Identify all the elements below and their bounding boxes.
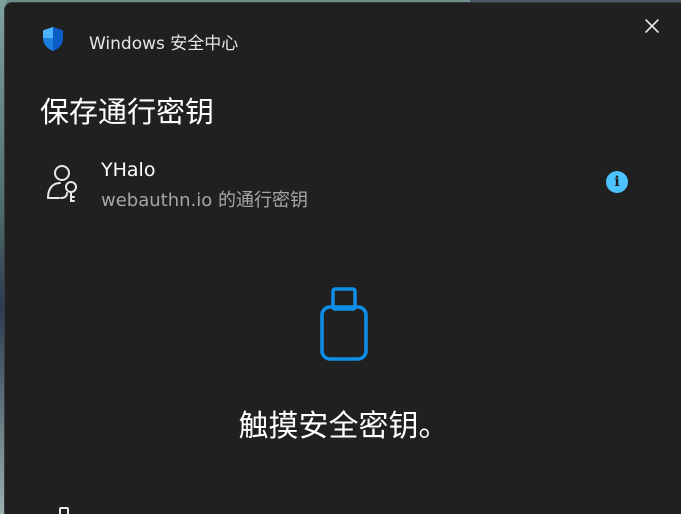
info-icon: i	[614, 174, 620, 190]
usb-security-key-icon	[318, 287, 370, 363]
passkey-row: YHalo webauthn.io 的通行密钥 i	[5, 153, 681, 217]
security-dialog: Windows 安全中心 保存通行密钥 YHalo webauthn.io 的通…	[4, 2, 681, 514]
close-icon	[644, 18, 660, 38]
app-title: Windows 安全中心	[89, 34, 239, 54]
passkey-site-label: webauthn.io 的通行密钥	[101, 190, 308, 211]
partial-icon	[57, 505, 73, 514]
title-bar: Windows 安全中心	[5, 3, 681, 75]
info-button[interactable]: i	[606, 171, 628, 193]
shield-icon	[40, 26, 66, 52]
touch-instruction: 触摸安全密钥。	[238, 409, 449, 444]
close-button[interactable]	[635, 13, 669, 43]
person-key-icon	[45, 163, 83, 203]
account-name: YHalo	[101, 159, 156, 181]
dialog-heading: 保存通行密钥	[40, 95, 215, 129]
